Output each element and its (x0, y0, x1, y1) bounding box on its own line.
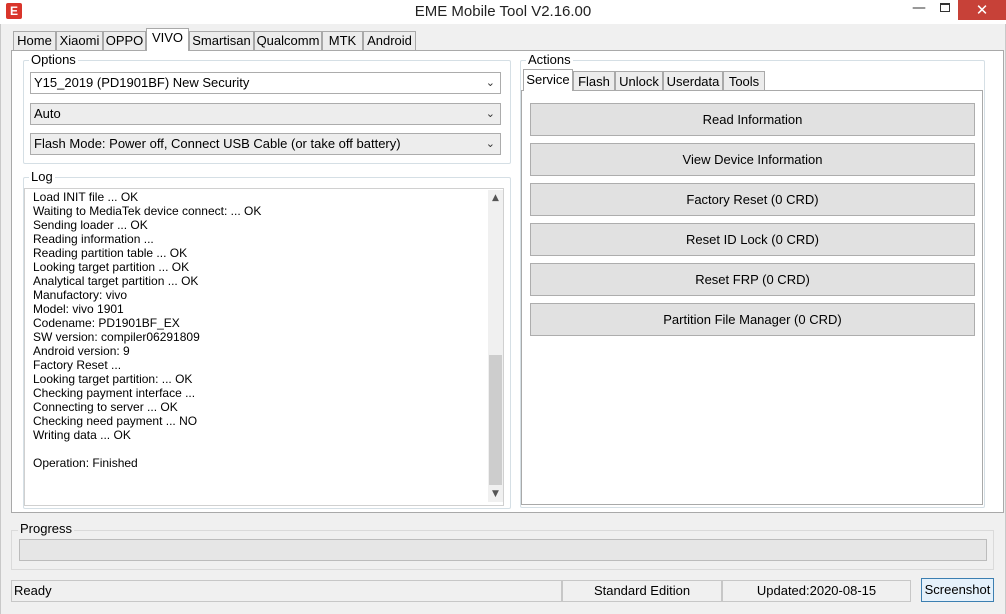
minimize-button[interactable]: — (904, 0, 934, 20)
subtab-userdata[interactable]: Userdata (663, 71, 723, 91)
status-updated: Updated:2020-08-15 (722, 580, 911, 602)
tab-qualcomm[interactable]: Qualcomm (254, 31, 322, 51)
chevron-down-icon: ⌄ (485, 108, 495, 120)
close-button[interactable]: ✕ (958, 0, 1006, 20)
log-line: Checking need payment ... NO (33, 414, 198, 428)
log-line: Waiting to MediaTek device connect: ... … (33, 204, 262, 218)
subtab-flash[interactable]: Flash (573, 71, 615, 91)
log-label: Log (29, 169, 55, 184)
tab-xiaomi[interactable]: Xiaomi (56, 31, 103, 51)
status-edition: Standard Edition (562, 580, 722, 602)
log-line: Checking payment interface ... (33, 386, 196, 400)
log-line: Connecting to server ... OK (33, 400, 178, 414)
log-line: Looking target partition: ... OK (33, 372, 193, 386)
chevron-down-icon: ⌄ (485, 77, 495, 89)
log-line: Analytical target partition ... OK (33, 274, 199, 288)
tab-home[interactable]: Home (13, 31, 56, 51)
flash-mode-select[interactable]: Flash Mode: Power off, Connect USB Cable… (30, 133, 501, 155)
log-line: SW version: compiler06291809 (33, 330, 200, 344)
log-lines: Load INIT file ... OK Waiting to MediaTek… (33, 190, 483, 470)
partition-file-manager-button[interactable]: Partition File Manager (0 CRD) (530, 303, 975, 336)
scroll-down-arrow-icon[interactable]: ▼ (488, 486, 503, 502)
log-line: Operation: Finished (33, 456, 138, 470)
mode-select-value: Auto (34, 106, 61, 121)
log-line: Model: vivo 1901 (33, 302, 124, 316)
tab-vivo[interactable]: VIVO (146, 28, 189, 51)
progress-bar (19, 539, 987, 561)
status-ready: Ready (11, 580, 562, 602)
log-line: Reading partition table ... OK (33, 246, 188, 260)
subtab-service[interactable]: Service (523, 69, 573, 91)
reset-id-lock-button[interactable]: Reset ID Lock (0 CRD) (530, 223, 975, 256)
tab-oppo[interactable]: OPPO (103, 31, 146, 51)
log-line: Reading information ... (33, 232, 154, 246)
reset-frp-button[interactable]: Reset FRP (0 CRD) (530, 263, 975, 296)
model-select[interactable]: Y15_2019 (PD1901BF) New Security ⌄ (30, 72, 501, 94)
tab-mtk[interactable]: MTK (322, 31, 363, 51)
maximize-button[interactable] (934, 0, 958, 20)
actions-label: Actions (526, 52, 573, 67)
log-line: Sending loader ... OK (33, 218, 148, 232)
scroll-up-arrow-icon[interactable]: ▲ (488, 190, 503, 206)
window-title: EME Mobile Tool V2.16.00 (414, 3, 592, 20)
log-line: Manufactory: vivo (33, 288, 128, 302)
scrollbar-thumb[interactable] (489, 355, 502, 485)
tab-smartisan[interactable]: Smartisan (189, 31, 254, 51)
screenshot-button[interactable]: Screenshot (921, 578, 994, 602)
mode-select[interactable]: Auto ⌄ (30, 103, 501, 125)
factory-reset-button[interactable]: Factory Reset (0 CRD) (530, 183, 975, 216)
flash-mode-select-value: Flash Mode: Power off, Connect USB Cable… (34, 136, 401, 151)
subtab-tools[interactable]: Tools (723, 71, 765, 91)
log-line: Load INIT file ... OK (33, 190, 139, 204)
options-label: Options (29, 52, 78, 67)
view-device-information-button[interactable]: View Device Information (530, 143, 975, 176)
tab-android[interactable]: Android (363, 31, 416, 51)
log-line: Writing data ... OK (33, 428, 131, 442)
maximize-icon (940, 3, 950, 12)
progress-label: Progress (18, 521, 75, 536)
read-information-button[interactable]: Read Information (530, 103, 975, 136)
log-line: Android version: 9 (33, 344, 130, 358)
log-line: Codename: PD1901BF_EX (33, 316, 180, 330)
model-select-value: Y15_2019 (PD1901BF) New Security (34, 75, 250, 90)
log-line: Looking target partition ... OK (33, 260, 190, 274)
log-line: Factory Reset ... (33, 358, 122, 372)
subtab-unlock[interactable]: Unlock (615, 71, 663, 91)
chevron-down-icon: ⌄ (485, 138, 495, 150)
